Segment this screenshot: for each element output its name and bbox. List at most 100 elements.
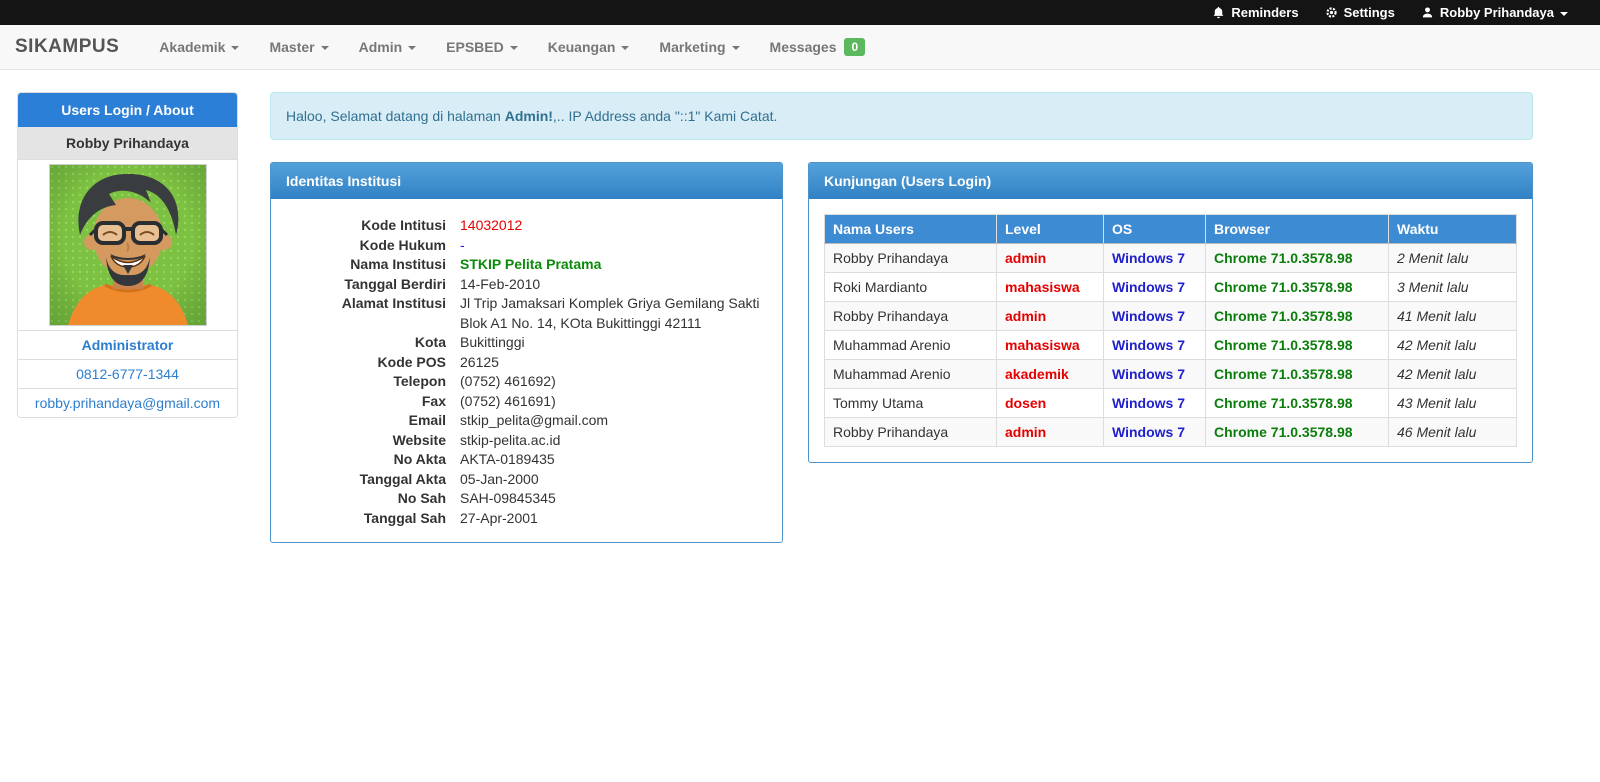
- cell-os: Windows 7: [1104, 331, 1206, 360]
- avatar: [18, 160, 237, 330]
- identitas-label: Nama Institusi: [286, 255, 446, 275]
- cell-level: mahasiswa: [997, 331, 1104, 360]
- reminders-label: Reminders: [1231, 5, 1298, 20]
- identitas-label: Telepon: [286, 372, 446, 392]
- alert-text-suffix: ,.. IP Address anda "::1" Kami Catat.: [553, 108, 777, 124]
- sidebar-username: Robby Prihandaya: [18, 127, 237, 160]
- identitas-panel: Identitas Institusi Kode Intitusi 140320…: [270, 162, 783, 543]
- identitas-value: AKTA-0189435: [460, 450, 555, 470]
- table-row: Robby Prihandaya admin Windows 7 Chrome …: [825, 418, 1517, 447]
- main-column: Haloo, Selamat datang di halaman Admin!,…: [270, 92, 1533, 543]
- cell-waktu: 43 Menit lalu: [1389, 389, 1517, 418]
- nav-item-akademik[interactable]: Akademik: [144, 25, 254, 70]
- sidebar-item-email[interactable]: robby.prihandaya@gmail.com: [18, 388, 237, 417]
- alert-text-bold: Admin!: [505, 108, 553, 124]
- chevron-down-icon: [408, 46, 416, 50]
- settings-button[interactable]: Settings: [1325, 5, 1395, 20]
- identitas-label: Kode Intitusi: [286, 216, 446, 236]
- cell-nama-users: Robby Prihandaya: [825, 418, 997, 447]
- column-header: Level: [997, 215, 1104, 244]
- identitas-label: Alamat Institusi: [286, 294, 446, 333]
- identitas-row: Alamat Institusi Jl Trip Jamaksari Kompl…: [286, 294, 767, 333]
- welcome-alert: Haloo, Selamat datang di halaman Admin!,…: [270, 92, 1533, 140]
- chevron-down-icon: [510, 46, 518, 50]
- nav-item-marketing[interactable]: Marketing: [644, 25, 754, 70]
- identitas-label: Tanggal Berdiri: [286, 275, 446, 295]
- identitas-value: stkip-pelita.ac.id: [460, 431, 560, 451]
- nav-item-master[interactable]: Master: [254, 25, 343, 70]
- identitas-value: SAH-09845345: [460, 489, 556, 509]
- cell-level: admin: [997, 302, 1104, 331]
- user-menu-label: Robby Prihandaya: [1440, 5, 1554, 20]
- table-header-row: Nama UsersLevelOSBrowserWaktu: [825, 215, 1517, 244]
- sidebar-header[interactable]: Users Login / About: [18, 93, 237, 127]
- cell-browser: Chrome 71.0.3578.98: [1206, 331, 1389, 360]
- cell-browser: Chrome 71.0.3578.98: [1206, 244, 1389, 273]
- nav-item-admin[interactable]: Admin: [344, 25, 432, 70]
- user-menu[interactable]: Robby Prihandaya: [1421, 5, 1568, 20]
- identitas-value: stkip_pelita@gmail.com: [460, 411, 608, 431]
- cell-browser: Chrome 71.0.3578.98: [1206, 273, 1389, 302]
- topbar: Reminders Settings Robby Prihandaya: [0, 0, 1600, 25]
- identitas-row: Website stkip-pelita.ac.id: [286, 431, 767, 451]
- cell-waktu: 41 Menit lalu: [1389, 302, 1517, 331]
- cell-waktu: 2 Menit lalu: [1389, 244, 1517, 273]
- cell-level: admin: [997, 418, 1104, 447]
- cell-browser: Chrome 71.0.3578.98: [1206, 360, 1389, 389]
- kunjungan-panel: Kunjungan (Users Login) Nama UsersLevelO…: [808, 162, 1533, 463]
- kunjungan-panel-body: Nama UsersLevelOSBrowserWaktu Robby Prih…: [809, 199, 1532, 462]
- identitas-row: Tanggal Sah 27-Apr-2001: [286, 509, 767, 529]
- chevron-down-icon: [621, 46, 629, 50]
- sidebar-item-phone[interactable]: 0812-6777-1344: [18, 359, 237, 388]
- identitas-value: 05-Jan-2000: [460, 470, 539, 490]
- nav-item-messages[interactable]: Messages0: [755, 25, 881, 70]
- identitas-value: STKIP Pelita Pratama: [460, 255, 601, 275]
- identitas-label: Fax: [286, 392, 446, 412]
- identitas-row: Nama Institusi STKIP Pelita Pratama: [286, 255, 767, 275]
- cell-os: Windows 7: [1104, 302, 1206, 331]
- nav-label: EPSBED: [446, 39, 504, 55]
- identitas-label: Kode Hukum: [286, 236, 446, 256]
- identitas-label: Email: [286, 411, 446, 431]
- cell-level: dosen: [997, 389, 1104, 418]
- cell-level: admin: [997, 244, 1104, 273]
- gear-icon: [1325, 6, 1338, 19]
- cell-waktu: 42 Menit lalu: [1389, 360, 1517, 389]
- table-row: Tommy Utama dosen Windows 7 Chrome 71.0.…: [825, 389, 1517, 418]
- cell-os: Windows 7: [1104, 273, 1206, 302]
- identitas-row: Telepon (0752) 461692): [286, 372, 767, 392]
- cell-waktu: 46 Menit lalu: [1389, 418, 1517, 447]
- brand-logo[interactable]: SIKAMPUS: [15, 36, 119, 58]
- identitas-row: Kota Bukittinggi: [286, 333, 767, 353]
- cell-level: mahasiswa: [997, 273, 1104, 302]
- reminders-button[interactable]: Reminders: [1212, 5, 1298, 20]
- identitas-value: Jl Trip Jamaksari Komplek Griya Gemilang…: [460, 294, 767, 333]
- cell-os: Windows 7: [1104, 360, 1206, 389]
- column-header: Browser: [1206, 215, 1389, 244]
- column-header: Nama Users: [825, 215, 997, 244]
- identitas-row: No Sah SAH-09845345: [286, 489, 767, 509]
- table-row: Robby Prihandaya admin Windows 7 Chrome …: [825, 244, 1517, 273]
- identitas-label: No Sah: [286, 489, 446, 509]
- cell-os: Windows 7: [1104, 244, 1206, 273]
- identitas-panel-body: Kode Intitusi 14032012 Kode Hukum - Nama…: [271, 199, 782, 542]
- nav-item-epsbed[interactable]: EPSBED: [431, 25, 533, 70]
- kunjungan-table: Nama UsersLevelOSBrowserWaktu Robby Prih…: [824, 214, 1517, 447]
- main-navbar: SIKAMPUS Akademik Master Admin EPSBED Ke…: [0, 25, 1600, 70]
- chevron-down-icon: [231, 46, 239, 50]
- identitas-label: Kota: [286, 333, 446, 353]
- nav-label: Marketing: [659, 39, 725, 55]
- panels-row: Identitas Institusi Kode Intitusi 140320…: [270, 162, 1533, 543]
- column-header: OS: [1104, 215, 1206, 244]
- identitas-label: Kode POS: [286, 353, 446, 373]
- cell-nama-users: Muhammad Arenio: [825, 360, 997, 389]
- cell-nama-users: Roki Mardianto: [825, 273, 997, 302]
- identitas-value: 14032012: [460, 216, 522, 236]
- cell-nama-users: Robby Prihandaya: [825, 302, 997, 331]
- nav-label: Keuangan: [548, 39, 616, 55]
- settings-label: Settings: [1344, 5, 1395, 20]
- identitas-value: 26125: [460, 353, 499, 373]
- bell-icon: [1212, 6, 1225, 19]
- cell-browser: Chrome 71.0.3578.98: [1206, 302, 1389, 331]
- nav-item-keuangan[interactable]: Keuangan: [533, 25, 645, 70]
